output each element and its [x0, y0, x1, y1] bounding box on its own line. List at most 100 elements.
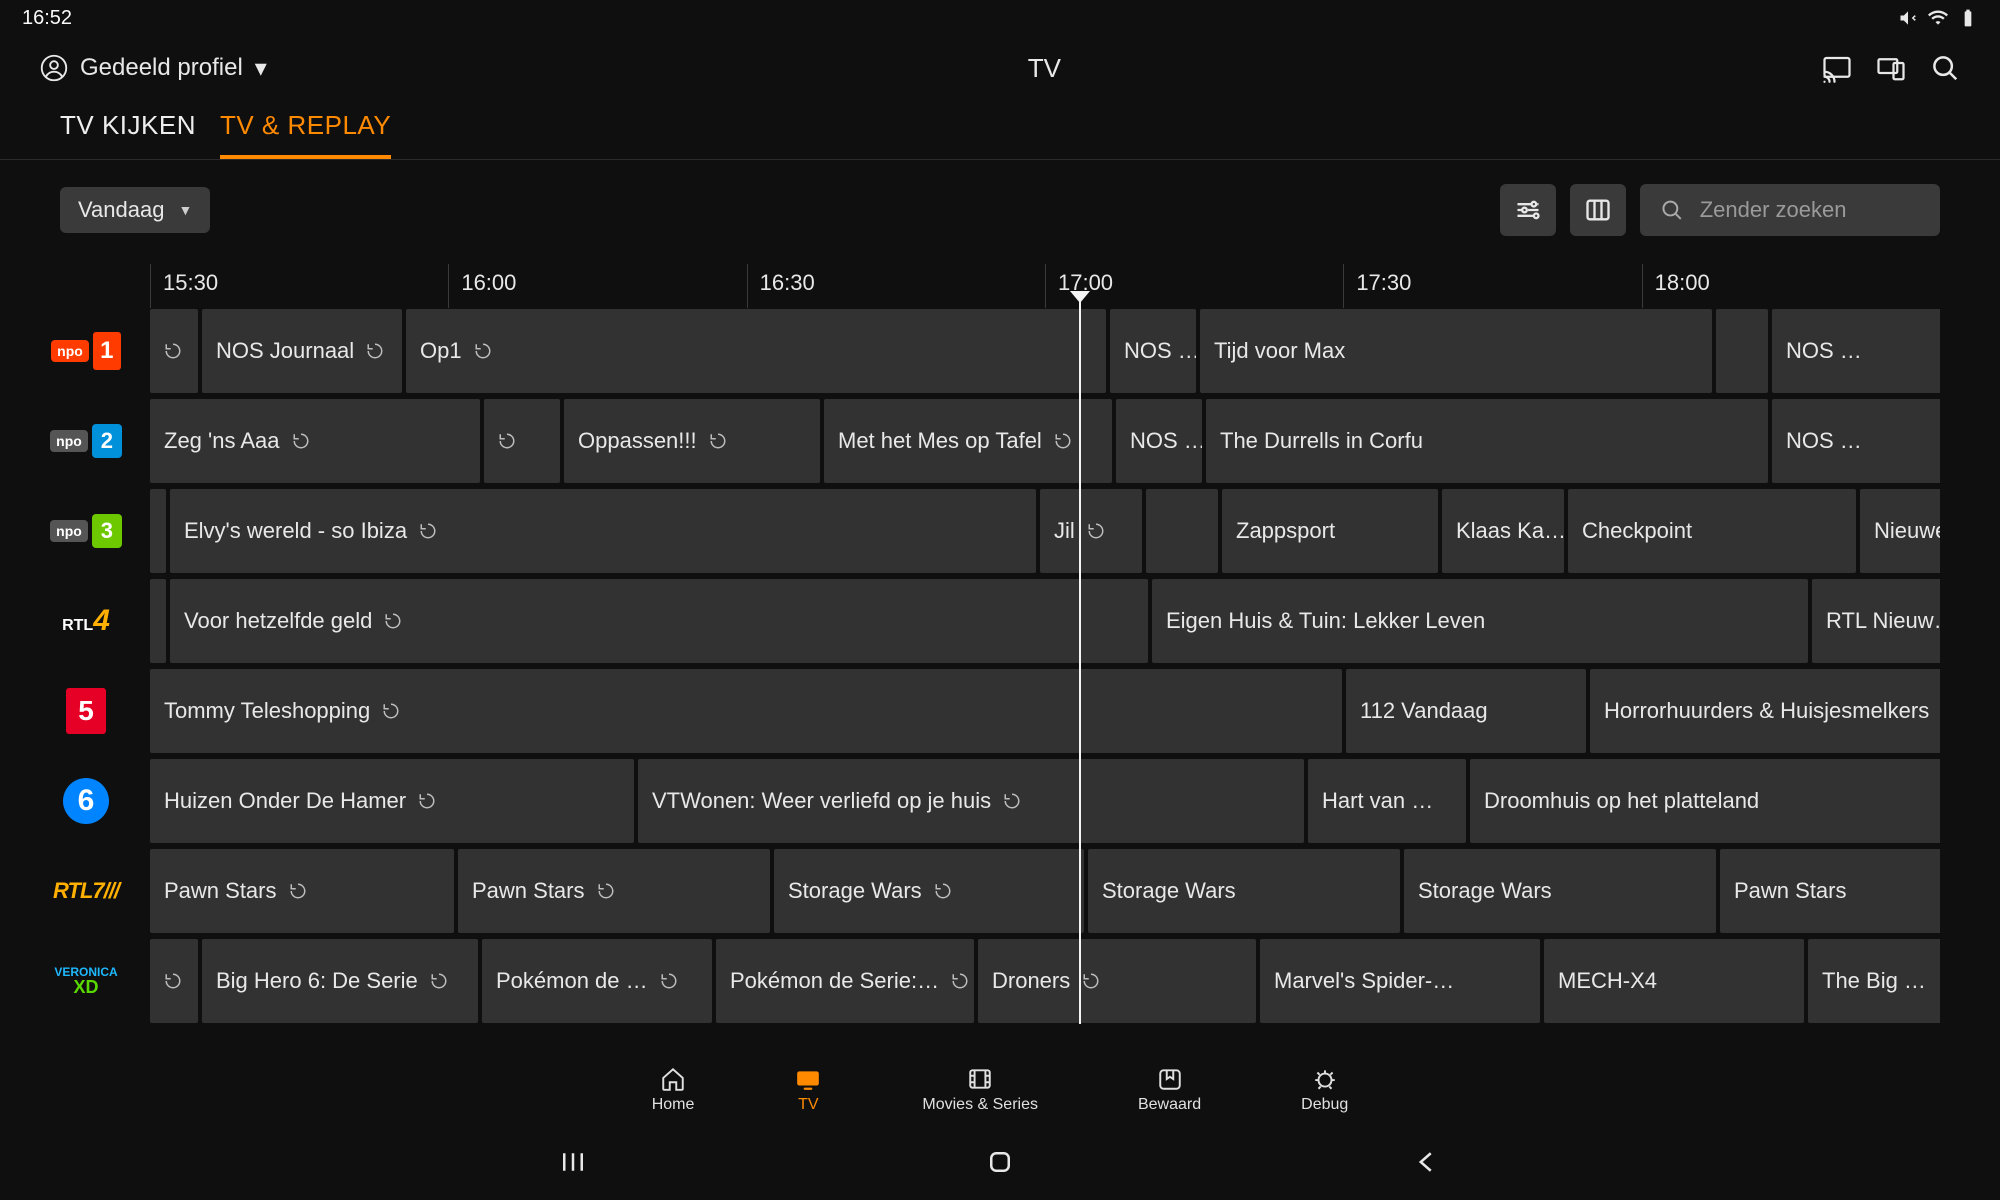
program-cell[interactable]: Pawn Stars [150, 849, 454, 933]
channel-logo-npo1[interactable]: npo1 [22, 309, 150, 393]
program-cell[interactable] [150, 579, 166, 663]
chevron-down-icon: ▼ [178, 202, 192, 218]
program-cell[interactable]: Pawn Stars [1720, 849, 1940, 933]
program-cell[interactable]: Pokémon de Serie:… [716, 939, 974, 1023]
program-cell[interactable]: Tijd voor Max [1200, 309, 1712, 393]
profile-selector[interactable]: Gedeeld profiel ▾ [40, 54, 267, 83]
program-cell[interactable]: Zeg 'ns Aaa [150, 399, 480, 483]
program-cell[interactable] [150, 489, 166, 573]
program-cell[interactable]: NOS … [1772, 399, 1940, 483]
program-cell[interactable]: NOS Journaal [202, 309, 402, 393]
program-strip[interactable]: Huizen Onder De HamerVTWonen: Weer verli… [150, 759, 1940, 843]
status-icons [1898, 8, 1978, 28]
replay-icon [474, 342, 492, 360]
header-actions [1822, 53, 1960, 83]
program-cell[interactable]: Storage Wars [1404, 849, 1716, 933]
program-strip[interactable]: Zeg 'ns Aaa Oppassen!!!Met het Mes op Taf… [150, 399, 1940, 483]
channel-logo-veronica[interactable]: VERONICAXD [22, 939, 150, 1023]
channel-search[interactable] [1640, 184, 1940, 236]
program-cell[interactable]: Tommy Teleshopping [150, 669, 1342, 753]
nav-home[interactable]: Home [652, 1066, 695, 1114]
program-cell[interactable]: Checkpoint [1568, 489, 1856, 573]
program-cell[interactable]: Oppassen!!! [564, 399, 820, 483]
program-cell[interactable]: Eigen Huis & Tuin: Lekker Leven [1152, 579, 1808, 663]
program-cell[interactable]: Marvel's Spider-… [1260, 939, 1540, 1023]
channel-logo-sbs6[interactable]: 6 [22, 759, 150, 843]
program-title: Tommy Teleshopping [164, 698, 370, 724]
channel-logo-rtl7[interactable]: RTL7/// [22, 849, 150, 933]
nav-tv[interactable]: TV [794, 1066, 822, 1114]
program-cell[interactable]: Droomhuis op het platteland [1470, 759, 1940, 843]
channel-logo-rtl4[interactable]: RTL4 [22, 579, 150, 663]
wifi-icon [1928, 8, 1948, 28]
replay-icon [164, 342, 182, 360]
program-title: Elvy's wereld - so Ibiza [184, 518, 407, 544]
program-cell[interactable] [1716, 309, 1768, 393]
program-cell[interactable]: Huizen Onder De Hamer [150, 759, 634, 843]
program-cell[interactable]: Pokémon de … [482, 939, 712, 1023]
program-cell[interactable]: Met het Mes op Tafel [824, 399, 1112, 483]
program-strip[interactable]: Tommy Teleshopping 112 VandaagHorrorhuurd… [150, 669, 1940, 753]
program-cell[interactable]: Pawn Stars [458, 849, 770, 933]
tab-tv-kijken[interactable]: TV KIJKEN [60, 100, 196, 159]
page-title: TV [267, 53, 1822, 84]
recent-apps-icon[interactable] [558, 1147, 588, 1177]
back-icon[interactable] [1412, 1147, 1442, 1177]
replay-icon [951, 972, 969, 990]
channel-search-input[interactable] [1700, 197, 1920, 223]
program-cell[interactable]: VTWonen: Weer verliefd op je huis [638, 759, 1304, 843]
channel-logo-npo2[interactable]: npo2 [22, 399, 150, 483]
replay-icon [1082, 972, 1100, 990]
program-cell[interactable]: NOS … [1116, 399, 1202, 483]
program-cell[interactable]: Big Hero 6: De Serie [202, 939, 478, 1023]
program-cell[interactable] [1146, 489, 1218, 573]
filter-button[interactable] [1500, 184, 1556, 236]
program-cell[interactable]: Voor hetzelfde geld [170, 579, 1148, 663]
tab-tv-replay[interactable]: TV & REPLAY [220, 100, 391, 159]
program-strip[interactable]: Voor hetzelfde geldEigen Huis & Tuin: Le… [150, 579, 1940, 663]
time-slot: 15:30 [150, 264, 448, 308]
program-cell[interactable]: 112 Vandaag [1346, 669, 1586, 753]
program-cell[interactable]: Zappsport [1222, 489, 1438, 573]
nav-saved[interactable]: Bewaard [1138, 1066, 1201, 1114]
columns-icon [1584, 196, 1612, 224]
program-cell[interactable] [150, 309, 198, 393]
program-cell[interactable]: The Durrells in Corfu [1206, 399, 1768, 483]
day-selector[interactable]: Vandaag ▼ [60, 187, 210, 233]
replay-icon [164, 972, 182, 990]
device-icon[interactable] [1876, 53, 1906, 83]
program-cell[interactable]: Hart van … [1308, 759, 1466, 843]
program-title: The Big … [1822, 968, 1926, 994]
program-strip[interactable]: Elvy's wereld - so Ibiza Jil ZappsportKlaa… [150, 489, 1940, 573]
program-strip[interactable]: Big Hero 6: De SeriePokémon de …Pokémon … [150, 939, 1940, 1023]
program-cell[interactable]: Nieuwe … [1860, 489, 1940, 573]
program-cell[interactable]: Droners [978, 939, 1256, 1023]
program-cell[interactable]: Storage Wars [774, 849, 1084, 933]
program-cell[interactable]: NOS … [1110, 309, 1196, 393]
cast-icon[interactable] [1822, 53, 1852, 83]
program-cell[interactable]: MECH-X4 [1544, 939, 1804, 1023]
nav-movies[interactable]: Movies & Series [922, 1066, 1038, 1114]
program-cell[interactable]: Elvy's wereld - so Ibiza [170, 489, 1036, 573]
program-cell[interactable]: The Big … [1808, 939, 1940, 1023]
home-system-icon[interactable] [985, 1147, 1015, 1177]
program-cell[interactable]: NOS … [1772, 309, 1940, 393]
nav-debug[interactable]: Debug [1301, 1066, 1348, 1114]
program-cell[interactable] [150, 939, 198, 1023]
program-strip[interactable]: NOS JournaalOp1NOS …Tijd voor MaxNOS … [150, 309, 1940, 393]
program-cell[interactable]: Op1 [406, 309, 1106, 393]
search-icon[interactable] [1930, 53, 1960, 83]
channel-logo-npo3[interactable]: npo3 [22, 489, 150, 573]
program-title: The Durrells in Corfu [1220, 428, 1423, 454]
program-cell[interactable]: Storage Wars [1088, 849, 1400, 933]
program-strip[interactable]: Pawn StarsPawn StarsStorage WarsStorage … [150, 849, 1940, 933]
channel-logo-rtl5[interactable]: 5 [22, 669, 150, 753]
program-cell[interactable] [484, 399, 560, 483]
program-cell[interactable]: Klaas Ka… [1442, 489, 1564, 573]
program-cell[interactable]: Jil [1040, 489, 1142, 573]
program-cell[interactable]: Horrorhuurders & Huisjesmelkers [1590, 669, 1940, 753]
profile-label: Gedeeld profiel [80, 54, 243, 82]
replay-icon [934, 882, 952, 900]
layout-button[interactable] [1570, 184, 1626, 236]
program-cell[interactable]: RTL Nieuw… [1812, 579, 1940, 663]
